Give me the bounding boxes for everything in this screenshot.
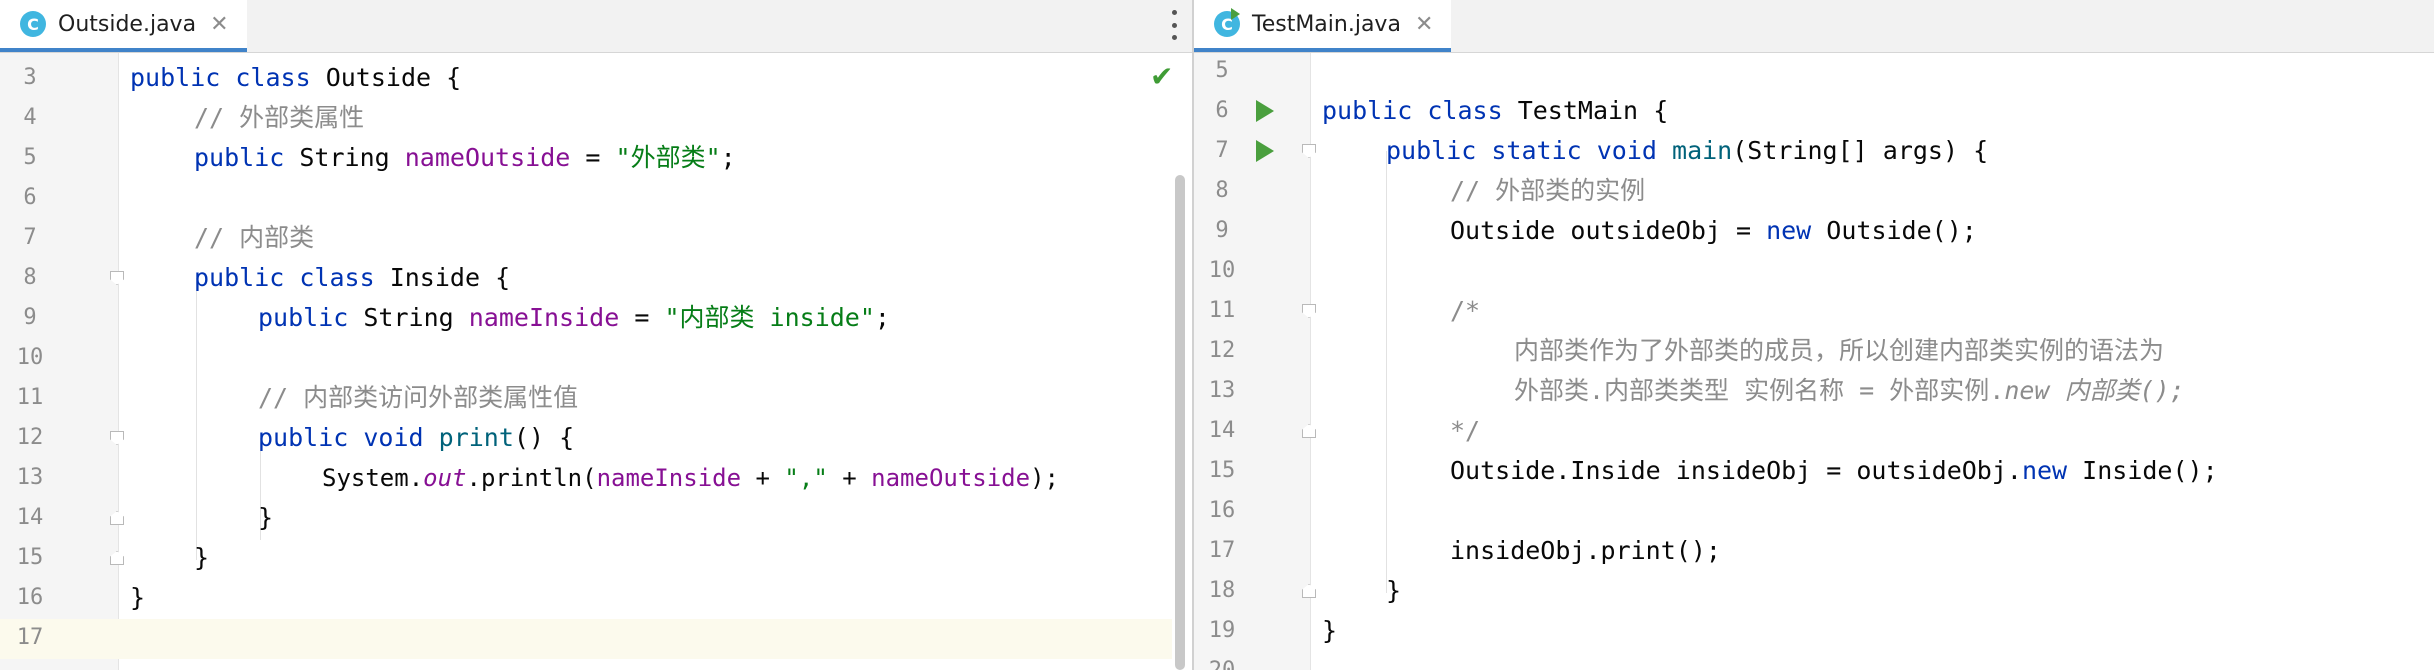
code-line-12: 内部类作为了外部类的成员，所以创建内部类实例的语法为 bbox=[1514, 336, 2165, 365]
line-number: 16 bbox=[16, 585, 44, 610]
scrollbar-thumb[interactable] bbox=[1175, 175, 1185, 670]
line-number: 11 bbox=[1208, 298, 1236, 323]
run-main-icon[interactable] bbox=[1256, 140, 1274, 162]
line-number: 7 bbox=[23, 225, 37, 250]
line-number: 4 bbox=[23, 105, 37, 130]
line-number: 14 bbox=[1208, 418, 1236, 443]
run-class-icon[interactable] bbox=[1256, 100, 1274, 122]
code-line-14: */ bbox=[1450, 416, 1481, 445]
line-number: 10 bbox=[1208, 258, 1236, 283]
java-runnable-class-icon: C bbox=[1214, 8, 1240, 37]
code-line-15: } bbox=[194, 543, 210, 572]
check-icon[interactable]: ✔ bbox=[1150, 63, 1173, 91]
line-number: 16 bbox=[1208, 498, 1236, 523]
line-number: 10 bbox=[16, 345, 44, 370]
indent-guide bbox=[1386, 151, 1387, 593]
line-number: 12 bbox=[16, 425, 44, 450]
more-options-icon[interactable] bbox=[1164, 10, 1184, 40]
code-line-13: 外部类.内部类类型 实例名称 = 外部实例.new 内部类(); bbox=[1514, 376, 2185, 405]
tab-title: TestMain.java bbox=[1252, 11, 1401, 37]
line-number: 15 bbox=[1208, 458, 1236, 483]
code-line-3: public class Outside { bbox=[130, 63, 462, 92]
code-line-14: } bbox=[258, 503, 274, 532]
line-number: 8 bbox=[1215, 178, 1229, 203]
line-number: 18 bbox=[1208, 578, 1236, 603]
line-number: 5 bbox=[23, 145, 37, 170]
line-number: 9 bbox=[23, 305, 37, 330]
code-line-7: public static void main(String[] args) { bbox=[1386, 136, 1989, 165]
code-line-9: Outside outsideObj = new Outside(); bbox=[1450, 216, 1977, 245]
line-number: 6 bbox=[23, 185, 37, 210]
vertical-scrollbar[interactable] bbox=[1172, 53, 1188, 670]
line-number: 15 bbox=[16, 545, 44, 570]
right-editor-pane: C TestMain.java ✕ 5 6 7 8 9 10 11 12 13 … bbox=[1194, 0, 2434, 670]
code-line-4: // 外部类属性 bbox=[194, 103, 365, 132]
line-number: 14 bbox=[16, 505, 44, 530]
line-number: 6 bbox=[1215, 98, 1229, 123]
java-class-icon-letter: C bbox=[27, 14, 39, 34]
java-class-icon: C bbox=[20, 11, 46, 37]
line-number: 9 bbox=[1215, 218, 1229, 243]
close-icon[interactable]: ✕ bbox=[210, 12, 228, 37]
code-line-13: System.out.println(nameInside + "," + na… bbox=[322, 464, 1059, 492]
line-number: 20 bbox=[1194, 651, 1250, 670]
left-tab-bar: C Outside.java ✕ bbox=[0, 0, 1192, 53]
left-editor-pane: C Outside.java ✕ 3 4 5 6 7 8 9 10 11 12 … bbox=[0, 0, 1192, 670]
code-line-9: public String nameInside = "内部类 inside"; bbox=[258, 303, 890, 332]
code-line-8: public class Inside { bbox=[194, 263, 511, 292]
left-code-editor[interactable]: 3 4 5 6 7 8 9 10 11 12 13 14 15 16 17 pu… bbox=[0, 53, 1192, 670]
line-number: 17 bbox=[16, 625, 44, 650]
run-overlay-icon bbox=[1231, 8, 1240, 20]
line-number: 11 bbox=[16, 385, 44, 410]
current-line-highlight bbox=[0, 619, 1172, 659]
code-line-18: } bbox=[1386, 576, 1402, 605]
code-line-12: public void print() { bbox=[258, 423, 575, 452]
code-line-5: public String nameOutside = "外部类"; bbox=[194, 143, 736, 172]
code-line-8: // 外部类的实例 bbox=[1450, 176, 1646, 205]
right-code-editor[interactable]: 5 6 7 8 9 10 11 12 13 14 15 16 17 18 19 … bbox=[1194, 53, 2434, 670]
line-number: 17 bbox=[1208, 538, 1236, 563]
code-line-17: insideObj.print(); bbox=[1450, 536, 1721, 565]
right-tab-bar: C TestMain.java ✕ bbox=[1194, 0, 2434, 53]
line-number: 5 bbox=[1215, 58, 1229, 83]
line-number: 19 bbox=[1208, 618, 1236, 643]
code-line-11: // 内部类访问外部类属性值 bbox=[258, 383, 579, 412]
code-line-19: } bbox=[1322, 616, 1338, 645]
tab-outside-java[interactable]: C Outside.java ✕ bbox=[0, 0, 247, 52]
tab-testmain-java[interactable]: C TestMain.java ✕ bbox=[1194, 0, 1452, 52]
code-line-7: // 内部类 bbox=[194, 223, 315, 252]
line-number: 12 bbox=[1208, 338, 1236, 363]
code-line-15: Outside.Inside insideObj = outsideObj.ne… bbox=[1450, 456, 2218, 485]
code-line-11: /* bbox=[1450, 296, 1481, 325]
line-number: 3 bbox=[23, 65, 37, 90]
close-icon[interactable]: ✕ bbox=[1415, 12, 1433, 37]
tab-title: Outside.java bbox=[58, 11, 197, 37]
code-line-6: public class TestMain { bbox=[1322, 96, 1669, 125]
line-number: 13 bbox=[16, 465, 44, 490]
indent-guide bbox=[196, 278, 197, 560]
code-line-16: } bbox=[130, 583, 146, 612]
line-number: 7 bbox=[1215, 138, 1229, 163]
line-number: 13 bbox=[1208, 378, 1236, 403]
line-number: 8 bbox=[23, 265, 37, 290]
